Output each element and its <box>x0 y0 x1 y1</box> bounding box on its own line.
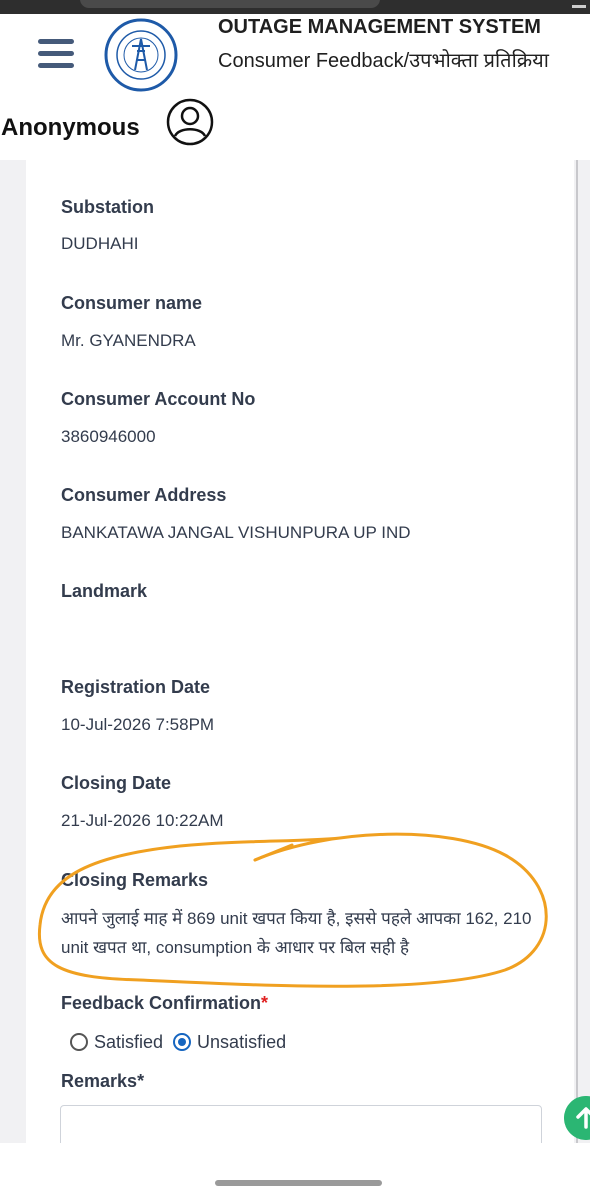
satisfied-radio-label[interactable]: Satisfied <box>94 1032 163 1053</box>
app-title: OUTAGE MANAGEMENT SYSTEM <box>218 16 541 38</box>
consumer-name-value: Mr. GYANENDRA <box>61 331 196 350</box>
registration-date-value: 10-Jul-2026 7:58PM <box>61 715 215 734</box>
registration-date-label: Registration Date <box>61 677 211 697</box>
menu-icon[interactable] <box>38 39 74 71</box>
user-name: Anonymous <box>1 114 140 141</box>
feedback-radio-group: Satisfied Unsatisfied <box>70 1028 296 1056</box>
status-bar-pill <box>80 0 380 8</box>
satisfied-radio[interactable] <box>70 1033 88 1051</box>
substation-value: DUDHAHI <box>61 234 139 253</box>
account-no-label: Consumer Account No <box>61 389 256 409</box>
scroll-track <box>576 160 578 1150</box>
page-subtitle: Consumer Feedback/उपभोक्ता प्रतिक्रिया <box>218 50 549 72</box>
landmark-label: Landmark <box>61 581 148 601</box>
closing-date-value: 21-Jul-2026 10:22AM <box>61 811 224 830</box>
account-no-value: 3860946000 <box>61 427 156 446</box>
feedback-confirmation-label: Feedback Confirmation* <box>61 993 268 1014</box>
unsatisfied-radio[interactable] <box>173 1033 192 1051</box>
remarks-label-text: Remarks <box>61 1071 138 1091</box>
status-bar-dash <box>572 5 586 8</box>
substation-label: Substation <box>61 197 154 217</box>
closing-remarks-value: आपने जुलाई माह में 869 unit खपत किया है,… <box>61 909 532 957</box>
power-corporation-logo <box>104 18 178 92</box>
user-avatar-icon[interactable] <box>166 98 214 146</box>
feedback-label-text: Feedback Confirmation <box>61 993 262 1013</box>
consumer-address-value: BANKATAWA JANGAL VISHUNPURA UP IND <box>61 523 411 542</box>
consumer-address-label: Consumer Address <box>61 485 227 505</box>
consumer-name-label: Consumer name <box>61 293 203 313</box>
navigation-bar <box>0 1143 590 1199</box>
status-bar <box>0 0 590 14</box>
home-indicator[interactable] <box>215 1180 382 1186</box>
remarks-label: Remarks* <box>61 1071 144 1092</box>
required-mark: * <box>261 993 269 1013</box>
closing-remarks-label: Closing Remarks <box>61 870 209 890</box>
app-header: OUTAGE MANAGEMENT SYSTEM Consumer Feedba… <box>0 14 590 160</box>
closing-date-label: Closing Date <box>61 773 172 793</box>
unsatisfied-radio-label[interactable]: Unsatisfied <box>197 1032 286 1053</box>
remarks-required-mark: * <box>137 1071 145 1091</box>
